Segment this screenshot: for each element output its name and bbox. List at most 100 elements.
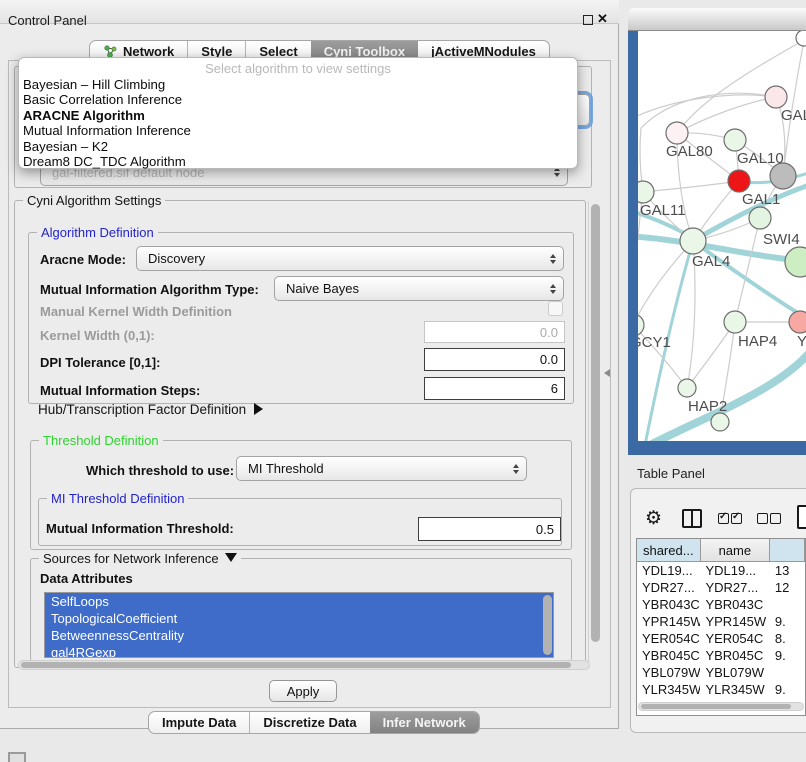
network-edge[interactable]	[638, 95, 776, 120]
which-threshold-label: Which threshold to use:	[86, 463, 234, 478]
network-node[interactable]	[728, 170, 750, 192]
network-canvas[interactable]: GALGAL80GAL10GAL1GAL11SWI4GAL4GCY1HAP4YH…	[638, 31, 806, 441]
algorithm-option[interactable]: Dream8 DC_TDC Algorithm	[19, 154, 577, 169]
table-cell: YPR145W	[637, 613, 700, 630]
network-edge[interactable]	[641, 93, 776, 128]
split-view-icon[interactable]	[682, 509, 702, 528]
checked-column-icon[interactable]	[731, 513, 742, 524]
node-label: SWI4	[763, 231, 800, 248]
table-row[interactable]: YIL052CYIL052C9	[637, 698, 805, 701]
network-node[interactable]	[666, 122, 688, 144]
dpi-tolerance-input[interactable]: 0.0	[424, 348, 565, 371]
network-node[interactable]	[638, 314, 644, 336]
algorithm-option[interactable]: Bayesian – K2	[19, 139, 577, 154]
table-cell	[770, 596, 805, 613]
tab-infer-network[interactable]: Infer Network	[370, 712, 479, 733]
scrollbar-thumb[interactable]	[591, 204, 600, 642]
table-cell: YBR045C	[700, 647, 769, 664]
network-node[interactable]	[724, 311, 746, 333]
column-header[interactable]	[770, 539, 805, 561]
mi-threshold-input[interactable]: 0.5	[418, 517, 561, 541]
tab-label: Infer Network	[383, 715, 466, 730]
list-scrollbar-thumb[interactable]	[543, 595, 552, 655]
mi-steps-input[interactable]: 6	[424, 377, 565, 400]
unchecked-column-icon[interactable]	[757, 513, 768, 524]
table-horizontal-scrollbar[interactable]	[638, 702, 804, 711]
hub-definition-expander[interactable]: Hub/Transcription Factor Definition	[38, 401, 263, 419]
combo-stepper-icon	[513, 464, 519, 474]
collapse-arrow-icon[interactable]	[225, 553, 237, 562]
network-node[interactable]	[724, 129, 746, 151]
network-node[interactable]	[785, 247, 806, 277]
data-attributes-label: Data Attributes	[40, 571, 133, 586]
attribute-list-item[interactable]: BetweennessCentrality	[45, 627, 553, 644]
mi-type-combo[interactable]: Naive Bayes	[274, 276, 564, 301]
table-cell: 9.	[770, 613, 805, 630]
network-node[interactable]	[789, 311, 806, 333]
table-header-row: shared...name	[637, 539, 805, 562]
mi-threshold-title: MI Threshold Definition	[47, 491, 188, 506]
data-attributes-list[interactable]: SelfLoopsTopologicalCoefficientBetweenne…	[44, 592, 554, 658]
close-icon[interactable]: ✕	[597, 11, 608, 27]
network-node[interactable]	[680, 228, 706, 254]
scrollbar-thumb[interactable]	[641, 704, 791, 709]
node-label: HAP2	[688, 398, 727, 415]
gear-icon[interactable]: ⚙	[645, 507, 662, 530]
network-edge[interactable]	[643, 181, 739, 192]
expand-arrow-icon[interactable]	[254, 403, 263, 415]
mi-threshold-label: Mutual Information Threshold:	[46, 521, 234, 536]
network-edge[interactable]	[735, 218, 760, 322]
tab-label: Discretize Data	[263, 715, 356, 730]
network-node[interactable]	[765, 86, 787, 108]
table-row[interactable]: YBR045CYBR045C9.	[637, 647, 805, 664]
table-row[interactable]: YDL19...YDL19...13	[637, 562, 805, 579]
tab-impute-data[interactable]: Impute Data	[149, 712, 249, 733]
table-cell: 9.	[770, 647, 805, 664]
table-cell: YIL052C	[700, 698, 769, 701]
attribute-list-item[interactable]: TopologicalCoefficient	[45, 610, 553, 627]
kernel-width-input[interactable]: 0.0	[424, 321, 565, 343]
attribute-list-item[interactable]: SelfLoops	[45, 593, 553, 610]
scrollbar-thumb[interactable]	[21, 662, 571, 668]
algorithm-option[interactable]: ARACNE Algorithm	[19, 108, 577, 123]
settings-vertical-scrollbar[interactable]	[588, 201, 602, 667]
manual-kernel-checkbox[interactable]	[548, 301, 563, 316]
which-threshold-combo[interactable]: MI Threshold	[236, 456, 527, 481]
aracne-mode-combo[interactable]: Discovery	[136, 246, 564, 271]
node-label: GAL	[781, 107, 806, 124]
panel-divider-arrow[interactable]	[604, 369, 610, 377]
document-icon[interactable]	[797, 505, 806, 529]
algorithm-option[interactable]: Basic Correlation Inference	[19, 92, 577, 107]
network-node[interactable]	[678, 379, 696, 397]
table-row[interactable]: YBL079WYBL079W	[637, 664, 805, 681]
mi-type-value: Naive Bayes	[286, 281, 359, 296]
algorithm-option[interactable]: Mutual Information Inference	[19, 123, 577, 138]
table-row[interactable]: YBR043CYBR043C	[637, 596, 805, 613]
algorithm-option[interactable]: Bayesian – Hill Climbing	[19, 77, 577, 92]
network-node[interactable]	[638, 181, 654, 203]
table-row[interactable]: YLR345WYLR345W9.	[637, 681, 805, 698]
table-row[interactable]: YER054CYER054C8.	[637, 630, 805, 647]
column-header[interactable]: shared...	[637, 539, 701, 561]
node-label: GAL11	[640, 202, 686, 219]
checked-column-icon[interactable]	[718, 513, 729, 524]
threshold-definition-title: Threshold Definition	[39, 433, 163, 448]
control-panel-titlebar[interactable]	[0, 0, 619, 24]
network-graph[interactable]: GALGAL80GAL10GAL1GAL11SWI4GAL4GCY1HAP4YH…	[638, 31, 806, 441]
network-edge[interactable]	[638, 241, 693, 325]
float-window-icon[interactable]	[583, 15, 593, 25]
network-edge[interactable]	[650, 350, 806, 441]
network-node[interactable]	[749, 207, 771, 229]
tab-discretize-data[interactable]: Discretize Data	[249, 712, 369, 733]
attribute-list-item[interactable]: gal4RGexp	[45, 644, 553, 658]
table-row[interactable]: YDR27...YDR27...12	[637, 579, 805, 596]
unchecked-column-icon[interactable]	[770, 513, 781, 524]
apply-button[interactable]: Apply	[269, 680, 337, 702]
network-window-titlebar[interactable]	[628, 8, 806, 31]
settings-horizontal-scrollbar[interactable]	[18, 660, 590, 670]
table-row[interactable]: YPR145WYPR145W9.	[637, 613, 805, 630]
column-header[interactable]: name	[701, 539, 771, 561]
table-cell: 9.	[770, 681, 805, 698]
network-node[interactable]	[711, 413, 729, 431]
minimized-panel-icon[interactable]	[8, 752, 26, 762]
